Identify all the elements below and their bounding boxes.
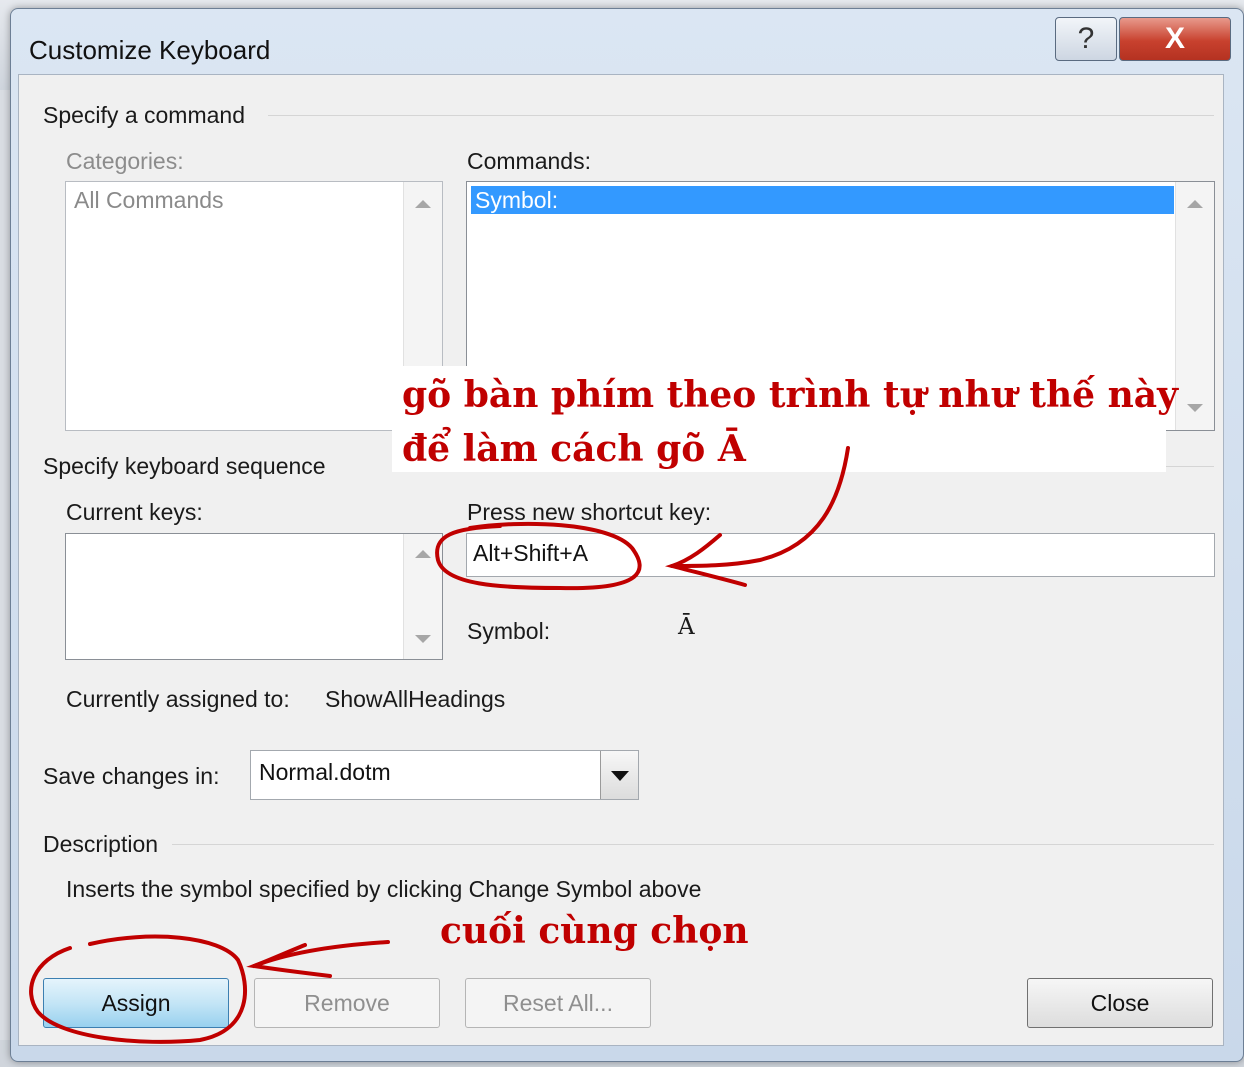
annotation-bottom: cuối cùng chọn bbox=[440, 910, 749, 952]
currently-assigned-label: Currently assigned to: bbox=[66, 686, 290, 712]
group-divider bbox=[268, 115, 1214, 116]
close-button[interactable]: Close bbox=[1027, 978, 1213, 1028]
dropdown-button[interactable] bbox=[600, 751, 638, 799]
help-icon: ? bbox=[1077, 22, 1095, 55]
scroll-up-icon[interactable] bbox=[1187, 200, 1203, 208]
press-new-shortcut-label: Press new shortcut key: bbox=[467, 499, 712, 525]
save-changes-select[interactable]: Normal.dotm bbox=[250, 750, 639, 800]
current-keys-scrollbar[interactable] bbox=[403, 534, 442, 659]
group-divider bbox=[1166, 466, 1214, 467]
new-shortcut-input[interactable]: Alt+Shift+A bbox=[466, 533, 1215, 577]
dialog-title: Customize Keyboard bbox=[29, 35, 271, 65]
scroll-up-icon[interactable] bbox=[415, 200, 431, 208]
close-icon: X bbox=[1164, 22, 1185, 55]
title-close-button[interactable]: X bbox=[1119, 17, 1231, 61]
reset-all-button[interactable]: Reset All... bbox=[465, 978, 651, 1028]
save-changes-value: Normal.dotm bbox=[259, 759, 391, 785]
description-text: Inserts the symbol specified by clicking… bbox=[66, 876, 702, 902]
scroll-up-icon[interactable] bbox=[415, 550, 431, 558]
scroll-down-icon[interactable] bbox=[1187, 404, 1203, 412]
current-keys-listbox[interactable] bbox=[65, 533, 443, 660]
categories-item[interactable]: All Commands bbox=[70, 186, 402, 214]
group-label-specify-command: Specify a command bbox=[43, 102, 245, 128]
annotation-line-2: để làm cách gõ Ā bbox=[402, 428, 746, 470]
categories-listbox[interactable]: All Commands bbox=[65, 181, 443, 431]
annotation-box: gõ bàn phím theo trình tự như thế này để… bbox=[392, 366, 1178, 472]
save-changes-label: Save changes in: bbox=[43, 763, 220, 789]
currently-assigned-value: ShowAllHeadings bbox=[325, 686, 506, 712]
assign-button[interactable]: Assign bbox=[43, 978, 229, 1028]
commands-item-selected[interactable]: Symbol: bbox=[471, 186, 1174, 214]
chevron-down-icon bbox=[611, 771, 629, 781]
help-button[interactable]: ? bbox=[1055, 17, 1117, 61]
current-keys-label: Current keys: bbox=[66, 499, 203, 525]
group-label-description: Description bbox=[43, 831, 159, 857]
symbol-value: Ā bbox=[678, 614, 695, 640]
categories-label: Categories: bbox=[66, 148, 184, 174]
commands-scrollbar[interactable] bbox=[1175, 182, 1214, 430]
commands-label: Commands: bbox=[467, 148, 591, 174]
annotation-line-1: gõ bàn phím theo trình tự như thế này bbox=[402, 374, 1179, 416]
scroll-down-icon[interactable] bbox=[415, 635, 431, 643]
group-label-keyboard-sequence: Specify keyboard sequence bbox=[43, 453, 326, 479]
remove-button[interactable]: Remove bbox=[254, 978, 440, 1028]
group-divider bbox=[172, 844, 1214, 845]
symbol-label: Symbol: bbox=[467, 618, 551, 644]
